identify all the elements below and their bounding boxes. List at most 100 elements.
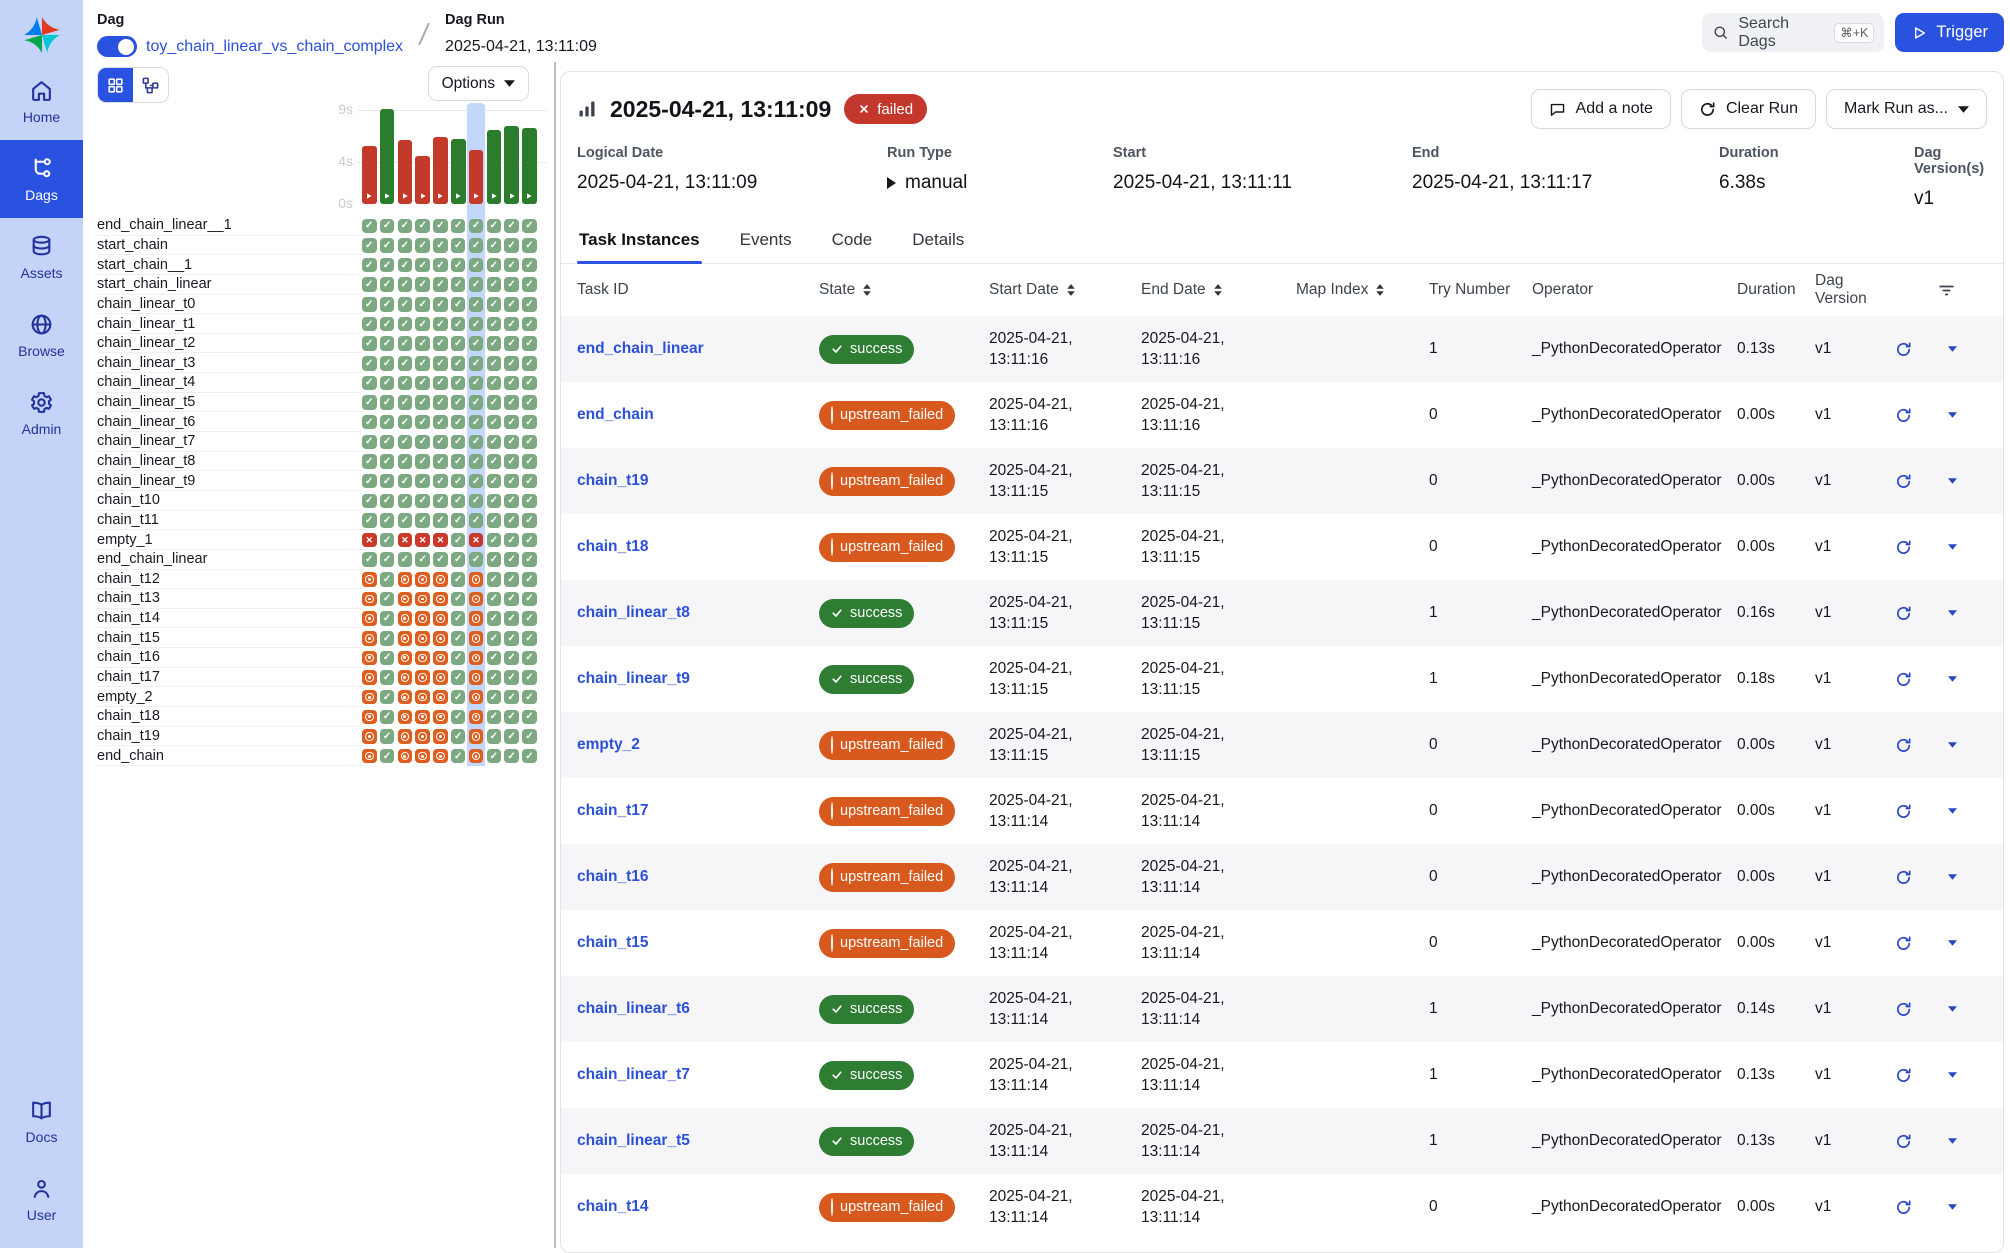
tab-events[interactable]: Events — [738, 230, 794, 263]
task-instance-square-success[interactable] — [469, 474, 484, 489]
task-instance-square-success[interactable] — [451, 395, 466, 410]
task-instance-square-success[interactable] — [451, 415, 466, 430]
task-instance-square-success[interactable] — [522, 336, 537, 351]
task-instance-square-upstream-failed[interactable] — [433, 749, 448, 764]
task-instance-square-success[interactable] — [380, 317, 395, 332]
task-instance-square-upstream-failed[interactable] — [362, 572, 377, 587]
column-header-start-date[interactable]: Start Date — [989, 281, 1141, 299]
task-id-link[interactable]: chain_linear_t9 — [577, 670, 690, 687]
task-name[interactable]: chain_t16 — [97, 648, 362, 668]
task-instance-square-success[interactable] — [487, 533, 502, 548]
task-instance-square-upstream-failed[interactable] — [415, 729, 430, 744]
task-instance-square-success[interactable] — [469, 395, 484, 410]
task-instance-square-upstream-failed[interactable] — [469, 729, 484, 744]
search-dags-input[interactable]: Search Dags ⌘+K — [1702, 13, 1884, 52]
task-name[interactable]: empty_2 — [97, 687, 362, 707]
task-name[interactable]: start_chain__1 — [97, 255, 362, 275]
task-instance-square-success[interactable] — [469, 277, 484, 292]
task-instance-square-success[interactable] — [469, 415, 484, 430]
task-instance-square-success[interactable] — [415, 258, 430, 273]
task-instance-square-success[interactable] — [487, 277, 502, 292]
task-instance-square-success[interactable] — [451, 297, 466, 312]
task-instance-square-success[interactable] — [504, 219, 519, 234]
clear-task-icon[interactable] — [1895, 935, 1912, 952]
task-instance-square-success[interactable] — [398, 336, 413, 351]
task-instance-square-success[interactable] — [469, 317, 484, 332]
add-note-button[interactable]: Add a note — [1531, 89, 1671, 129]
task-instance-square-success[interactable] — [380, 415, 395, 430]
task-instance-square-success[interactable] — [433, 317, 448, 332]
task-instance-square-upstream-failed[interactable] — [469, 592, 484, 607]
task-instance-square-success[interactable] — [487, 395, 502, 410]
column-header-task-id[interactable]: Task ID — [577, 281, 819, 299]
filter-icon[interactable] — [1895, 281, 1987, 300]
mark-run-as-button[interactable]: Mark Run as... — [1826, 89, 1987, 129]
task-instance-square-success[interactable] — [504, 336, 519, 351]
task-instance-square-upstream-failed[interactable] — [415, 710, 430, 725]
task-instance-square-success[interactable] — [433, 376, 448, 391]
clear-task-icon[interactable] — [1895, 473, 1912, 490]
task-instance-square-success[interactable] — [380, 592, 395, 607]
task-name[interactable]: chain_t17 — [97, 668, 362, 688]
task-instance-square-success[interactable] — [522, 651, 537, 666]
task-instance-square-success[interactable] — [398, 474, 413, 489]
sidebar-item-home[interactable]: Home — [0, 62, 83, 140]
task-instance-square-success[interactable] — [451, 552, 466, 567]
task-instance-square-upstream-failed[interactable] — [398, 572, 413, 587]
task-instance-square-success[interactable] — [504, 494, 519, 509]
task-instance-square-success[interactable] — [522, 297, 537, 312]
task-instance-square-success[interactable] — [451, 749, 466, 764]
task-name[interactable]: chain_linear_t5 — [97, 393, 362, 413]
task-instance-square-upstream-failed[interactable] — [415, 572, 430, 587]
task-instance-square-success[interactable] — [433, 277, 448, 292]
task-instance-square-upstream-failed[interactable] — [362, 729, 377, 744]
task-instance-square-success[interactable] — [522, 454, 537, 469]
task-instance-square-success[interactable] — [380, 670, 395, 685]
task-id-link[interactable]: chain_t18 — [577, 538, 649, 555]
clear-task-icon[interactable] — [1895, 737, 1912, 754]
task-instance-square-upstream-failed[interactable] — [433, 572, 448, 587]
task-instance-square-success[interactable] — [487, 729, 502, 744]
task-instance-square-success[interactable] — [522, 552, 537, 567]
task-instance-square-success[interactable] — [415, 238, 430, 253]
task-instance-square-success[interactable] — [398, 277, 413, 292]
sidebar-item-assets[interactable]: Assets — [0, 218, 83, 296]
sort-icon[interactable] — [1213, 283, 1223, 297]
grid-view-button[interactable] — [98, 68, 133, 102]
sidebar-item-docs[interactable]: Docs — [0, 1082, 83, 1160]
task-instance-square-success[interactable] — [504, 395, 519, 410]
airflow-logo[interactable] — [0, 0, 83, 62]
task-instance-square-success[interactable] — [362, 356, 377, 371]
task-instance-square-upstream-failed[interactable] — [415, 651, 430, 666]
task-instance-square-success[interactable] — [362, 219, 377, 234]
task-instance-square-success[interactable] — [433, 219, 448, 234]
task-instance-square-success[interactable] — [504, 572, 519, 587]
task-id-link[interactable]: chain_t16 — [577, 868, 649, 885]
task-instance-square-success[interactable] — [504, 277, 519, 292]
task-instance-square-success[interactable] — [433, 238, 448, 253]
task-name[interactable]: chain_t10 — [97, 491, 362, 511]
task-instance-square-upstream-failed[interactable] — [415, 631, 430, 646]
task-instance-square-success[interactable] — [504, 729, 519, 744]
column-header-operator[interactable]: Operator — [1532, 281, 1737, 299]
task-instance-square-success[interactable] — [522, 513, 537, 528]
task-instance-square-upstream-failed[interactable] — [398, 690, 413, 705]
task-instance-square-success[interactable] — [487, 572, 502, 587]
task-instance-square-success[interactable] — [398, 376, 413, 391]
task-instance-square-success[interactable] — [415, 454, 430, 469]
task-instance-square-success[interactable] — [504, 356, 519, 371]
task-instance-square-success[interactable] — [451, 238, 466, 253]
task-instance-square-success[interactable] — [487, 415, 502, 430]
clear-task-icon[interactable] — [1895, 803, 1912, 820]
task-id-link[interactable]: end_chain — [577, 406, 654, 423]
tab-code[interactable]: Code — [830, 230, 875, 263]
task-id-link[interactable]: chain_linear_t5 — [577, 1132, 690, 1149]
task-instance-square-success[interactable] — [522, 376, 537, 391]
task-instance-square-success[interactable] — [380, 611, 395, 626]
task-instance-square-success[interactable] — [415, 435, 430, 450]
task-instance-square-success[interactable] — [362, 376, 377, 391]
task-instance-square-success[interactable] — [504, 317, 519, 332]
task-instance-square-success[interactable] — [487, 435, 502, 450]
task-instance-square-success[interactable] — [522, 277, 537, 292]
task-instance-square-success[interactable] — [504, 454, 519, 469]
